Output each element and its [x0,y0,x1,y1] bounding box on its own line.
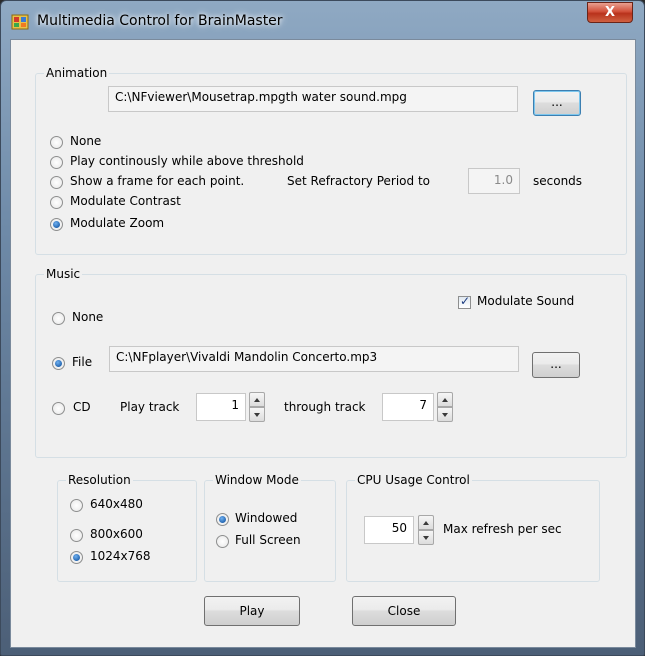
resolution-1024x768-radio[interactable] [70,551,83,564]
spinner-up-icon[interactable] [249,392,265,407]
refractory-period-input[interactable]: 1.0 [468,168,520,194]
animation-modulate-zoom-radio[interactable] [50,218,63,231]
play-button-label: Play [239,604,265,618]
music-cd-label: CD [73,400,91,414]
modulate-sound-checkbox[interactable]: ✓ [458,294,471,309]
spinner-up-icon[interactable] [437,392,453,407]
music-none-label: None [72,310,104,324]
animation-modulate-contrast-radio[interactable] [50,196,63,209]
animation-frame-per-point-label: Show a frame for each point. [70,174,245,188]
animation-modulate-zoom-label: Modulate Zoom [70,216,165,230]
music-cd-radio[interactable] [52,402,65,415]
resolution-800x600-radio[interactable] [70,529,83,542]
music-none-radio[interactable] [52,312,65,325]
music-file-path: C:\NFplayer\Vivaldi Mandolin Concerto.mp… [116,350,378,364]
animation-group: Animation C:\NFviewer\Mousetrap.mpgth wa… [35,66,627,255]
window-title: Multimedia Control for BrainMaster [37,13,283,29]
start-track-input[interactable]: 1 [196,393,246,421]
resolution-640x480-radio[interactable] [70,499,83,512]
full-screen-label: Full Screen [235,533,301,547]
refractory-period-units: seconds [533,174,583,188]
play-button[interactable]: Play [204,596,300,626]
animation-browse-button[interactable]: ... [533,90,581,116]
animation-browse-label: ... [551,95,563,109]
animation-file-path: C:\NFviewer\Mousetrap.mpgth water sound.… [115,90,407,104]
animation-modulate-contrast-label: Modulate Contrast [70,194,181,208]
play-track-label: Play track [120,400,180,414]
resolution-640x480-label: 640x480 [90,497,143,511]
animation-group-label: Animation [44,66,110,80]
animation-none-label: None [70,134,102,148]
end-track-input[interactable]: 7 [382,393,434,421]
start-track-value: 1 [231,398,239,412]
animation-play-continuously-label: Play continously while above threshold [70,154,304,168]
animation-file-field[interactable]: C:\NFviewer\Mousetrap.mpgth water sound.… [108,86,518,112]
resolution-group: Resolution 640x480 800x600 1024x768 [57,473,197,582]
refractory-period-value: 1.0 [493,173,513,187]
title-bar[interactable]: Multimedia Control for BrainMaster X [1,1,644,39]
windowed-label: Windowed [235,511,298,525]
window-mode-group: Window Mode Windowed Full Screen [204,473,336,582]
resolution-800x600-label: 800x600 [90,527,143,541]
refractory-period-label: Set Refractory Period to [287,174,430,188]
full-screen-radio[interactable] [216,535,229,548]
check-icon: ✓ [460,294,471,308]
max-refresh-spinner[interactable] [418,515,434,545]
resolution-group-label: Resolution [66,473,133,487]
music-file-label: File [72,355,93,369]
max-refresh-input[interactable]: 50 [364,516,414,544]
windowed-radio[interactable] [216,513,229,526]
through-track-label: through track [284,400,366,414]
spinner-down-icon[interactable] [418,530,434,545]
client-area: Animation C:\NFviewer\Mousetrap.mpgth wa… [10,39,636,648]
dialog-window: Multimedia Control for BrainMaster X Ani… [0,0,645,656]
music-group-label: Music [44,267,83,281]
close-icon: X [604,5,616,20]
resolution-1024x768-label: 1024x768 [90,549,151,563]
animation-none-radio[interactable] [50,136,63,149]
end-track-spinner[interactable] [437,392,453,422]
modulate-sound-label: Modulate Sound [477,294,575,308]
music-file-field[interactable]: C:\NFplayer\Vivaldi Mandolin Concerto.mp… [109,346,519,372]
max-refresh-value: 50 [391,521,407,535]
start-track-spinner[interactable] [249,392,265,422]
animation-play-continuously-radio[interactable] [50,156,63,169]
close-button[interactable]: Close [352,596,456,626]
cpu-usage-group: CPU Usage Control 50 Max refresh per sec [346,473,600,582]
animation-frame-per-point-radio[interactable] [50,176,63,189]
app-icon [11,14,29,30]
cpu-usage-group-label: CPU Usage Control [355,473,472,487]
end-track-value: 7 [419,398,427,412]
max-refresh-label: Max refresh per sec [443,522,562,536]
spinner-up-icon[interactable] [418,515,434,530]
close-button-label: Close [387,604,421,618]
music-file-radio[interactable] [52,357,65,370]
close-window-button[interactable]: X [587,2,633,23]
window-mode-group-label: Window Mode [213,473,301,487]
spinner-down-icon[interactable] [249,407,265,422]
music-browse-button[interactable]: ... [532,352,580,378]
music-group: Music ✓ Modulate Sound None File C:\NFpl… [35,267,627,458]
spinner-down-icon[interactable] [437,407,453,422]
music-browse-label: ... [550,357,562,371]
